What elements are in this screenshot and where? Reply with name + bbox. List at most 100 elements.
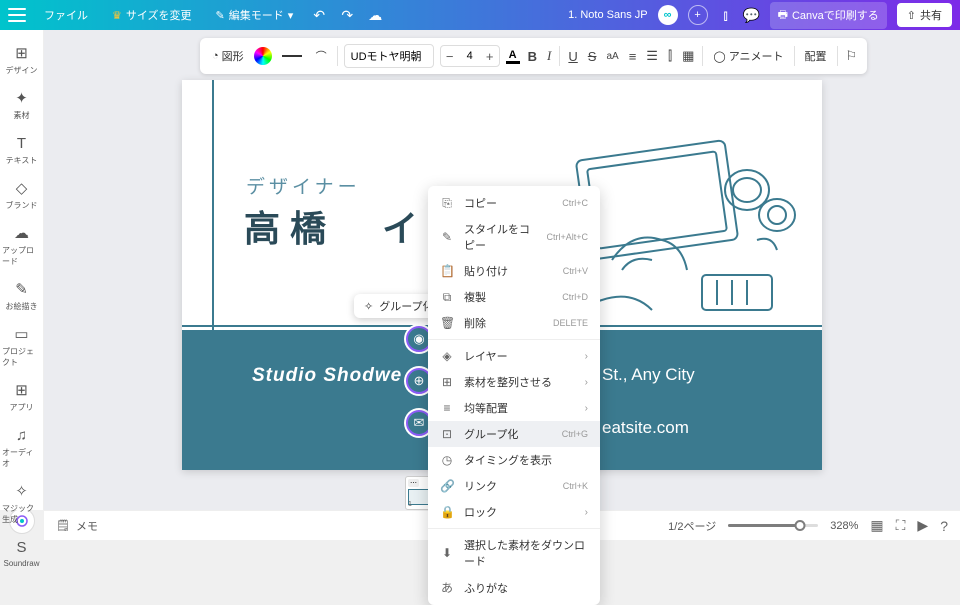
- menu-item-label: グループ化: [464, 426, 552, 442]
- sidebar-item-0[interactable]: ⊞デザイン: [0, 38, 43, 81]
- font-size-control[interactable]: − 4 +: [440, 45, 500, 67]
- font-family-select[interactable]: UDモトヤ明朝: [344, 44, 434, 68]
- zoom-value[interactable]: 328%: [830, 520, 858, 532]
- context-menu-item[interactable]: ◷タイミングを表示: [428, 447, 600, 473]
- context-menu-item[interactable]: あふりがな: [428, 574, 600, 601]
- menu-item-label: 均等配置: [464, 400, 575, 416]
- sidebar-icon: ✦: [12, 88, 32, 108]
- undo-icon[interactable]: ↶: [311, 7, 327, 23]
- context-menu-item[interactable]: 🔒ロック›: [428, 499, 600, 525]
- italic-button[interactable]: I: [545, 46, 553, 66]
- resize-menu[interactable]: ♛サイズを変更: [106, 4, 198, 26]
- document-title[interactable]: 1. Noto Sans JP: [568, 9, 648, 21]
- menu-item-label: ふりがな: [464, 580, 588, 596]
- context-menu-item[interactable]: 🗑削除DELETE: [428, 310, 600, 336]
- context-menu-item[interactable]: ≡均等配置›: [428, 395, 600, 421]
- comment-icon[interactable]: 💬: [744, 7, 760, 23]
- menu-item-icon: あ: [440, 579, 454, 596]
- strikethrough-button[interactable]: S: [586, 47, 599, 66]
- sidebar-label: マジック生成: [2, 503, 41, 525]
- redo-icon[interactable]: ↷: [339, 7, 355, 23]
- underline-button[interactable]: U: [566, 47, 579, 66]
- shape-tool[interactable]: ◔図形: [208, 46, 248, 66]
- sidebar-item-3[interactable]: ◇ブランド: [0, 173, 43, 216]
- menu-item-label: コピー: [464, 195, 552, 211]
- share-button[interactable]: ⇧共有: [897, 3, 952, 27]
- sidebar-item-8[interactable]: ♫オーディオ: [0, 420, 43, 474]
- app-header: ファイル ♛サイズを変更 ✎編集モード▾ ↶ ↷ ☁ 1. Noto Sans …: [0, 0, 960, 30]
- page-indicator[interactable]: 1/2ページ: [668, 518, 716, 534]
- help-icon[interactable]: ?: [940, 518, 948, 534]
- menu-item-icon: ⧉: [440, 290, 454, 305]
- fullscreen-icon[interactable]: ⛶: [896, 517, 906, 534]
- group-button[interactable]: グループ化: [379, 298, 433, 314]
- color-picker[interactable]: [254, 47, 272, 65]
- effects-button[interactable]: ▦: [680, 46, 696, 66]
- context-menu-item[interactable]: ✎スタイルをコピーCtrl+Alt+C: [428, 216, 600, 258]
- shortcut-label: Ctrl+D: [562, 292, 588, 302]
- sidebar-icon: ▭: [12, 324, 32, 344]
- line-end[interactable]: ⌒: [312, 46, 331, 66]
- grid-view-icon[interactable]: ▦: [870, 517, 883, 534]
- bold-button[interactable]: B: [526, 47, 539, 66]
- menu-item-icon: 📋: [440, 264, 454, 278]
- sidebar-item-7[interactable]: ⊞アプリ: [0, 375, 43, 418]
- user-avatar[interactable]: ∞: [658, 5, 678, 25]
- zoom-slider[interactable]: [728, 524, 818, 527]
- left-sidebar: ⊞デザイン✦素材Tテキスト◇ブランド☁アップロード ✎ お絵描き ▭プロジェクト⊞アプ…: [0, 30, 44, 510]
- edit-mode-menu[interactable]: ✎編集モード▾: [210, 4, 300, 26]
- context-menu-item[interactable]: ⧉ 複製 Ctrl+D: [428, 284, 600, 310]
- address-text[interactable]: St., Any City: [602, 365, 695, 385]
- font-size-decrease[interactable]: −: [441, 46, 459, 66]
- submenu-arrow-icon: ›: [585, 507, 588, 518]
- cloud-sync-icon[interactable]: ☁: [367, 7, 383, 23]
- sidebar-icon: ♫: [12, 425, 32, 445]
- magic-icon: ✧: [364, 300, 373, 313]
- context-menu-item[interactable]: ⎘コピーCtrl+C: [428, 190, 600, 216]
- text-color-picker[interactable]: A: [506, 49, 520, 64]
- sidebar-item-4[interactable]: ☁アップロード: [0, 218, 43, 272]
- sidebar-item-6[interactable]: ▭プロジェクト: [0, 319, 43, 373]
- context-menu-item[interactable]: ⊞素材を整列させる›: [428, 369, 600, 395]
- analytics-icon[interactable]: ⫾: [718, 7, 734, 23]
- memo-button[interactable]: 🗒 メモ: [56, 518, 98, 534]
- align-button[interactable]: ≡: [627, 47, 639, 66]
- print-button[interactable]: 🖶Canvaで印刷する: [770, 2, 887, 29]
- menu-item-label: タイミングを表示: [464, 452, 588, 468]
- hamburger-icon[interactable]: [8, 8, 26, 22]
- menu-item-label: 複製: [464, 289, 552, 305]
- font-size-increase[interactable]: +: [481, 46, 499, 66]
- sidebar-label: デザイン: [6, 65, 38, 76]
- shortcut-label: Ctrl+G: [562, 429, 588, 439]
- context-menu-item[interactable]: ⬇選択した素材をダウンロード: [428, 532, 600, 574]
- subtitle-text[interactable]: デザイナー: [246, 172, 361, 199]
- present-icon[interactable]: ▶: [917, 517, 928, 534]
- context-menu-item[interactable]: 🔗リンクCtrl+K: [428, 473, 600, 499]
- spacing-button[interactable]: ⫿: [666, 46, 674, 66]
- transparency-icon[interactable]: ⚐: [844, 46, 860, 66]
- website-text[interactable]: eatsite.com: [602, 418, 689, 438]
- context-menu-item[interactable]: ◈レイヤー›: [428, 343, 600, 369]
- sidebar-icon: ✎: [12, 279, 32, 299]
- context-menu-item[interactable]: 📋貼り付けCtrl+V: [428, 258, 600, 284]
- menu-item-label: ロック: [464, 504, 575, 520]
- text-case-button[interactable]: aA: [604, 49, 620, 64]
- sidebar-icon: T: [12, 133, 32, 153]
- add-member-button[interactable]: +: [688, 5, 708, 25]
- context-menu-item[interactable]: ⊡ グループ化 Ctrl+G: [428, 421, 600, 447]
- animate-button[interactable]: ◯アニメート: [709, 46, 787, 66]
- border-style[interactable]: [278, 53, 306, 59]
- sidebar-item-5[interactable]: ✎ お絵描き: [0, 274, 43, 317]
- sidebar-label: ブランド: [6, 200, 38, 211]
- sidebar-item-9[interactable]: ✧マジック生成: [0, 476, 43, 530]
- list-button[interactable]: ☰: [644, 46, 660, 66]
- sidebar-item-1[interactable]: ✦素材: [0, 83, 43, 126]
- memo-icon: 🗒: [56, 519, 70, 532]
- menu-item-icon: ⊡: [440, 427, 454, 441]
- sidebar-item-2[interactable]: Tテキスト: [0, 128, 43, 171]
- file-menu[interactable]: ファイル: [38, 4, 94, 26]
- sidebar-label: お絵描き: [6, 301, 38, 312]
- position-button[interactable]: 配置: [801, 46, 831, 66]
- sidebar-item-10[interactable]: SSoundraw: [0, 532, 43, 573]
- studio-name-text[interactable]: Studio Shodwe: [252, 365, 402, 387]
